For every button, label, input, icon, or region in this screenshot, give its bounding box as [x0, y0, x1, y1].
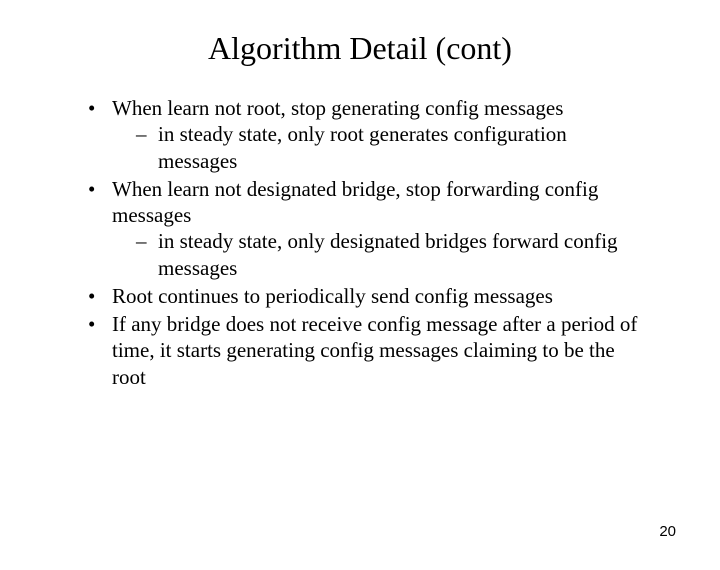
bullet-list: When learn not root, stop generating con… — [88, 95, 650, 390]
list-item: in steady state, only root generates con… — [136, 121, 650, 174]
slide: Algorithm Detail (cont) When learn not r… — [0, 30, 720, 570]
page-number: 20 — [659, 523, 676, 540]
bullet-text: When learn not designated bridge, stop f… — [112, 177, 598, 227]
bullet-text: in steady state, only designated bridges… — [158, 229, 618, 279]
list-item: When learn not root, stop generating con… — [88, 95, 650, 174]
bullet-text: If any bridge does not receive config me… — [112, 312, 637, 389]
sub-list: in steady state, only root generates con… — [136, 121, 650, 174]
slide-title: Algorithm Detail (cont) — [0, 30, 720, 67]
list-item: If any bridge does not receive config me… — [88, 311, 650, 390]
list-item: in steady state, only designated bridges… — [136, 228, 650, 281]
slide-body: When learn not root, stop generating con… — [88, 95, 650, 390]
list-item: Root continues to periodically send conf… — [88, 283, 650, 309]
sub-list: in steady state, only designated bridges… — [136, 228, 650, 281]
bullet-text: in steady state, only root generates con… — [158, 122, 567, 172]
bullet-text: When learn not root, stop generating con… — [112, 96, 563, 120]
bullet-text: Root continues to periodically send conf… — [112, 284, 553, 308]
list-item: When learn not designated bridge, stop f… — [88, 176, 650, 281]
